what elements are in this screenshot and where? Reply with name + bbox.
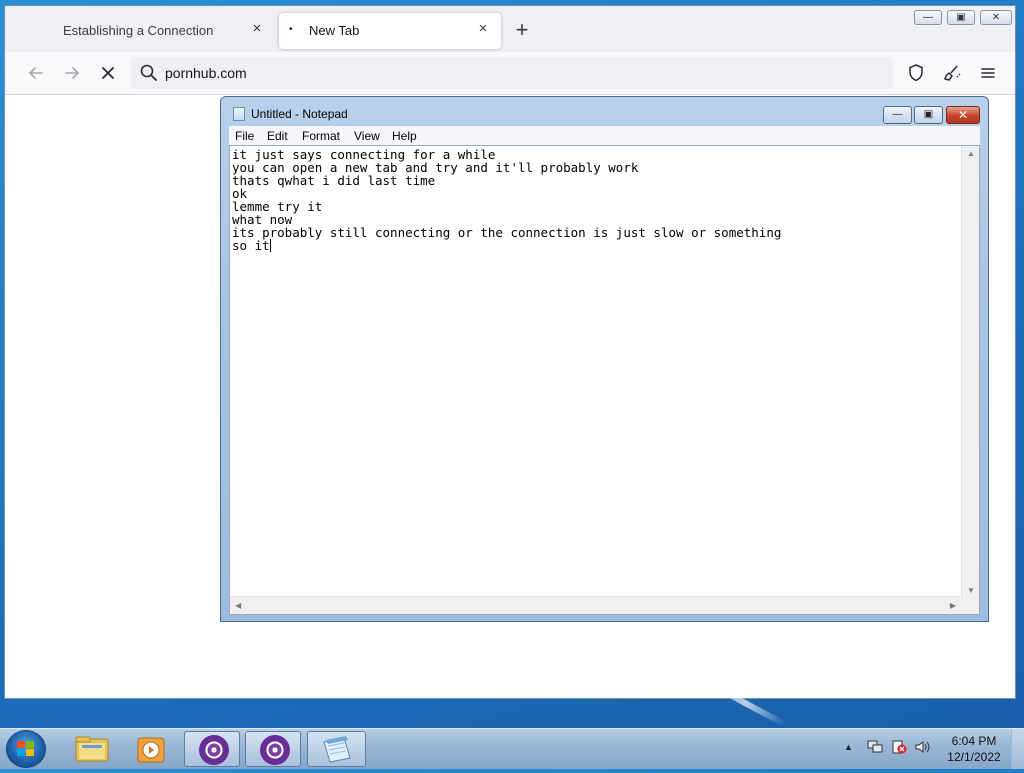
brush-icon[interactable]: [941, 62, 963, 84]
back-arrow-icon[interactable]: [25, 62, 47, 84]
address-bar[interactable]: [131, 57, 893, 89]
tab-strip: Establishing a Connection × • New Tab × …: [5, 6, 1015, 52]
menu-edit[interactable]: Edit: [267, 129, 288, 143]
window-minimize-button[interactable]: —: [914, 10, 942, 25]
media-player-taskbar-button[interactable]: [124, 731, 180, 767]
notepad-minimize-button[interactable]: —: [883, 106, 912, 124]
tab-close-icon[interactable]: ×: [473, 20, 493, 37]
scroll-left-icon[interactable]: ◀: [235, 601, 241, 610]
media-player-icon: [137, 737, 165, 763]
clock-time: 6:04 PM: [951, 734, 997, 748]
show-desktop-button[interactable]: [1011, 729, 1024, 769]
url-input[interactable]: [165, 62, 865, 84]
action-center-icon[interactable]: [890, 739, 908, 755]
network-icon[interactable]: [866, 739, 884, 755]
folder-icon: [75, 736, 109, 762]
tab-loading-indicator: •: [289, 24, 293, 35]
menu-format[interactable]: Format: [302, 129, 340, 143]
text-line: thats qwhat i did last time: [232, 173, 436, 188]
tab-new-tab[interactable]: • New Tab ×: [279, 13, 501, 49]
new-tab-button[interactable]: +: [510, 19, 534, 43]
scroll-down-icon[interactable]: ▼: [967, 586, 975, 595]
window-close-button[interactable]: ✕: [980, 10, 1012, 25]
notepad-window: Untitled - Notepad — ▣ ✕ File Edit Forma…: [220, 96, 989, 622]
text-line: so it: [232, 238, 270, 253]
notepad-icon: [323, 736, 351, 763]
text-line: its probably still connecting or the con…: [232, 225, 782, 240]
scroll-right-icon[interactable]: ▶: [950, 601, 956, 610]
size-grip[interactable]: [962, 597, 979, 614]
vertical-scrollbar[interactable]: ▲ ▼: [961, 146, 979, 598]
text-caret: [269, 239, 271, 252]
notepad-close-button[interactable]: ✕: [946, 106, 980, 124]
shield-icon[interactable]: [905, 62, 927, 84]
tab-title: Establishing a Connection: [63, 23, 214, 38]
scroll-up-icon[interactable]: ▲: [967, 149, 975, 158]
system-clock[interactable]: 6:04 PM 12/1/2022: [938, 733, 1010, 765]
tab-establishing-connection[interactable]: Establishing a Connection ×: [51, 13, 275, 49]
start-button[interactable]: [6, 730, 46, 768]
notepad-taskbar-button[interactable]: [307, 731, 366, 767]
window-maximize-button[interactable]: ▣: [947, 10, 975, 25]
menu-view[interactable]: View: [354, 129, 380, 143]
navigation-bar: [5, 52, 1015, 95]
show-hidden-icons-icon[interactable]: ▲: [844, 742, 853, 752]
notepad-content[interactable]: it just says connecting for a while you c…: [232, 148, 958, 596]
notepad-maximize-button[interactable]: ▣: [914, 106, 943, 124]
volume-icon[interactable]: [914, 739, 932, 755]
clock-date: 12/1/2022: [947, 750, 1001, 764]
tor-browser-taskbar-button-2[interactable]: [245, 731, 301, 767]
notepad-app-icon: [233, 107, 245, 121]
tab-close-icon[interactable]: ×: [247, 20, 267, 37]
stop-loading-icon[interactable]: [97, 62, 119, 84]
search-icon: [140, 64, 157, 81]
tor-browser-taskbar-button[interactable]: [184, 731, 240, 767]
menu-help[interactable]: Help: [392, 129, 417, 143]
text-line: lemme try it: [232, 199, 323, 214]
forward-arrow-icon[interactable]: [61, 62, 83, 84]
notepad-menu-bar: File Edit Format View Help: [229, 126, 980, 145]
tor-browser-icon: [199, 735, 229, 765]
menu-file[interactable]: File: [235, 129, 254, 143]
text-line: ok: [232, 186, 248, 201]
menu-icon[interactable]: [977, 62, 999, 84]
taskbar: ▲ 6:04 PM 12/1/2022: [0, 728, 1024, 769]
notepad-title: Untitled - Notepad: [251, 107, 348, 121]
windows-logo-icon: [17, 741, 35, 757]
tab-title: New Tab: [309, 23, 360, 38]
horizontal-scrollbar[interactable]: ◀ ▶: [230, 596, 962, 614]
explorer-taskbar-button[interactable]: [64, 731, 120, 767]
notepad-text-area[interactable]: it just says connecting for a while you c…: [229, 145, 980, 615]
tor-browser-icon: [260, 735, 290, 765]
